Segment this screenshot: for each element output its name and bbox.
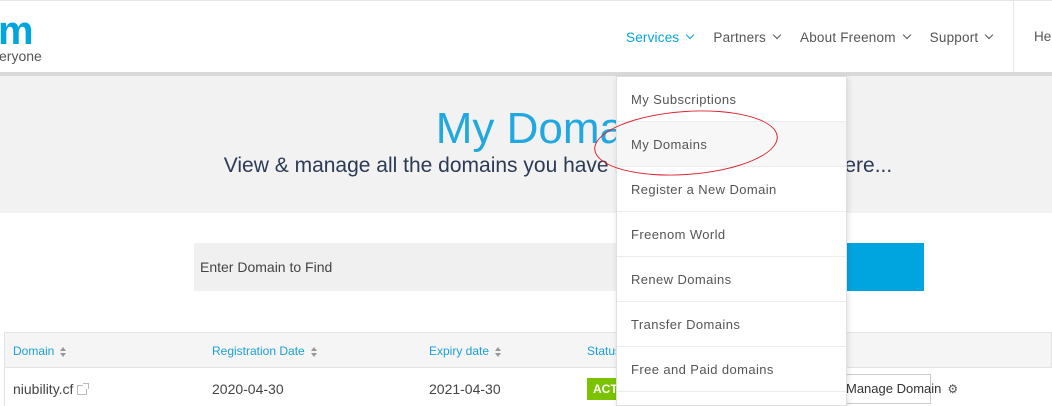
menu-item-freenom-world[interactable]: Freenom World: [617, 212, 846, 257]
chevron-down-icon: [686, 30, 695, 40]
nav-about[interactable]: About Freenom: [790, 1, 920, 73]
page-hero: My Domains View & manage all the domains…: [0, 76, 1052, 213]
logo-tagline: eryone: [0, 48, 42, 64]
sort-icon: [495, 346, 502, 357]
chevron-down-icon: [902, 30, 911, 40]
chevron-down-icon: [772, 30, 782, 40]
manage-domain-button[interactable]: Manage Domain ⚙: [841, 374, 958, 404]
nav-divider: [1013, 1, 1014, 73]
menu-item-transfer-domains[interactable]: Transfer Domains: [617, 302, 846, 347]
column-header-label: Domain: [13, 344, 55, 358]
manage-domain-label: Manage Domain: [846, 381, 942, 396]
site-header: m eryone Services Partners About Freenom…: [0, 0, 1052, 77]
menu-item-renew-domains[interactable]: Renew Domains: [617, 257, 846, 302]
domain-cell[interactable]: niubility.cf: [13, 381, 90, 397]
nav-partners-label: Partners: [713, 29, 766, 45]
column-header-domain[interactable]: Domain: [13, 344, 67, 358]
domain-search-input[interactable]: [194, 243, 624, 291]
expiry-date-cell: 2021-04-30: [429, 381, 501, 397]
column-header-label: Expiry date: [429, 344, 490, 358]
sort-icon: [60, 346, 67, 357]
column-header-registration-date[interactable]: Registration Date: [212, 344, 318, 358]
main-nav: Services Partners About Freenom Support: [616, 1, 1003, 77]
column-header-expiry-date[interactable]: Expiry date: [429, 344, 502, 358]
nav-services-label: Services: [626, 29, 680, 45]
page-title: My Domains: [435, 104, 681, 153]
gear-icon: ⚙: [947, 382, 959, 396]
nav-support[interactable]: Support: [920, 1, 1003, 73]
page-subtitle: View & manage all the domains you have r…: [223, 154, 893, 177]
status-badge: ACTIVE: [587, 378, 619, 400]
nav-partners[interactable]: Partners: [703, 1, 790, 73]
registration-date-cell: 2020-04-30: [212, 381, 284, 397]
column-header-label: Registration Date: [212, 344, 305, 358]
chevron-down-icon: [985, 30, 994, 40]
menu-item-free-paid-domains[interactable]: Free and Paid domains: [617, 347, 846, 392]
external-link-icon[interactable]: [77, 383, 90, 396]
nav-support-label: Support: [929, 29, 979, 45]
domain-name: niubility.cf: [13, 381, 74, 397]
nav-services[interactable]: Services: [616, 1, 704, 77]
nav-help[interactable]: He: [1034, 29, 1051, 44]
table-row: niubility.cf 2020-04-30 2021-04-30 ACTIV…: [4, 368, 1052, 406]
sort-icon: [310, 346, 318, 357]
table-header: Domain Registration Date Expiry date Sta…: [4, 332, 1052, 368]
nav-about-label: About Freenom: [800, 29, 896, 45]
